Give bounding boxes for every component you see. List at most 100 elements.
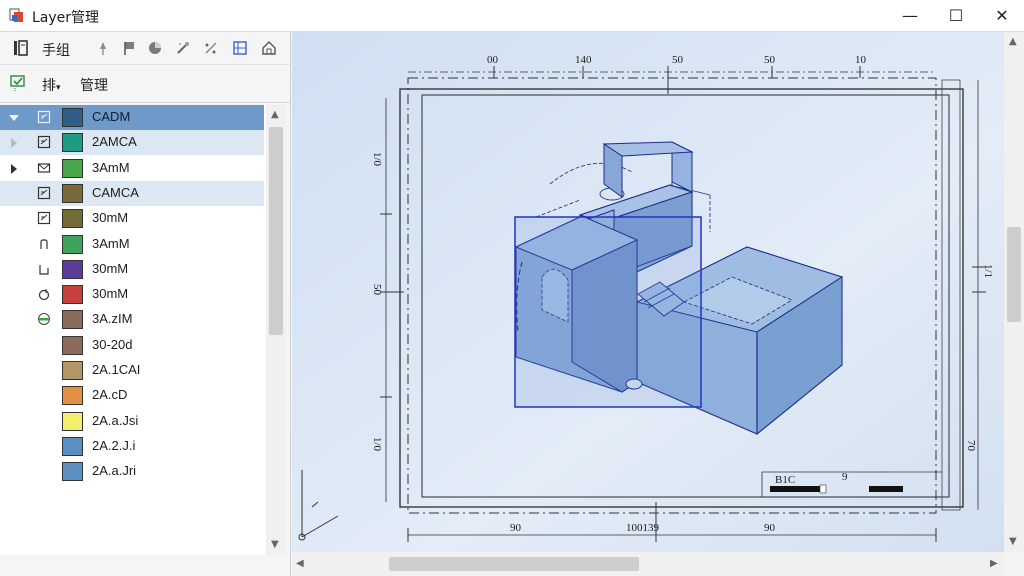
mail-icon[interactable]	[37, 161, 51, 175]
expand-right-icon[interactable]	[11, 163, 17, 174]
top-dim-3: 50	[672, 54, 684, 66]
layer-color-swatch[interactable]	[62, 234, 83, 254]
layer-name: 30mM	[92, 286, 129, 302]
layer-name: 2A.2.J.i	[92, 437, 136, 453]
layer-color-swatch[interactable]	[62, 462, 83, 482]
layer-row[interactable]: 3AmM	[0, 156, 264, 181]
title-block-label-a: B1C	[775, 474, 795, 486]
layer-icon[interactable]	[37, 186, 51, 200]
canvas-vertical-scrollbar[interactable]: ▲ ▼	[1004, 32, 1024, 552]
canvas-vscroll-thumb[interactable]	[1007, 227, 1021, 322]
layer-name: 30mM	[92, 210, 129, 226]
scatter-icon[interactable]	[202, 39, 220, 57]
canvas-scroll-left-icon[interactable]: ◀	[296, 558, 304, 569]
layer-color-swatch[interactable]	[62, 259, 83, 279]
layer-color-swatch[interactable]	[62, 361, 83, 380]
layer-row[interactable]: 30-20d	[0, 333, 264, 358]
layer-color-swatch[interactable]	[62, 335, 83, 355]
new-layer-icon[interactable]	[12, 39, 30, 57]
layer-color-swatch[interactable]	[62, 183, 83, 203]
drawing-canvas[interactable]: 00 140 50 50 10 1/0 50 1/0 1/1 70 90 100…	[292, 32, 1004, 552]
left-dim-2: 50	[371, 284, 383, 296]
layer-row[interactable]: 2A.a.Jsi	[0, 409, 264, 434]
sort-dropdown[interactable]: 排▾	[42, 75, 61, 95]
left-dim-1: 1/0	[371, 152, 383, 167]
app-icon	[9, 8, 23, 22]
scroll-thumb[interactable]	[269, 127, 283, 335]
cad-drawing[interactable]: 00 140 50 50 10 1/0 50 1/0 1/1 70 90 100…	[292, 32, 1004, 552]
home-icon[interactable]	[260, 39, 278, 57]
bracket-icon[interactable]	[37, 262, 51, 276]
layer-name: CAMCA	[92, 184, 139, 200]
layer-color-swatch[interactable]	[62, 108, 83, 127]
layer-row[interactable]: 2A.1CAI	[0, 358, 264, 383]
layer-name: 3A.zIM	[92, 311, 133, 327]
pie-icon[interactable]	[146, 39, 164, 57]
right-dim-1: 1/1	[982, 264, 994, 278]
canvas-scroll-up-icon[interactable]: ▲	[1009, 36, 1017, 47]
minimize-icon: —	[902, 6, 918, 25]
minimize-button[interactable]: —	[887, 0, 933, 31]
layer-color-swatch[interactable]	[62, 158, 83, 178]
layer-color-swatch[interactable]	[62, 133, 83, 153]
layer-icon[interactable]	[37, 110, 51, 124]
maximize-button[interactable]: ☐	[933, 0, 979, 31]
layer-row[interactable]: 2AMCA	[0, 130, 264, 156]
bottom-dim-2: 100139	[626, 522, 660, 534]
pointer-icon[interactable]	[37, 287, 51, 301]
flag-icon[interactable]	[120, 39, 138, 57]
toolbar-secondary: 排▾ 管理	[0, 64, 290, 103]
layer-color-swatch[interactable]	[62, 285, 83, 305]
layer-icon[interactable]	[37, 135, 51, 149]
wand-icon[interactable]	[174, 39, 192, 57]
layer-row[interactable]: 3A.zIM	[0, 307, 264, 332]
canvas-scroll-down-icon[interactable]: ▼	[1009, 536, 1017, 547]
layer-list: CADM 2AMCA 3AmM CAMCA 30mM 3AmM 30mM 30mM 3A.zIM…	[0, 105, 266, 555]
layer-row[interactable]: 30mM	[0, 206, 264, 231]
scroll-up-icon[interactable]: ▲	[271, 109, 279, 120]
manage-label[interactable]: 管理	[80, 75, 108, 95]
hand-icon[interactable]	[37, 237, 51, 251]
close-button[interactable]: ✕	[979, 0, 1024, 31]
layer-row[interactable]: CAMCA	[0, 180, 264, 206]
window-title: Layer管理	[32, 10, 100, 26]
selection-box[interactable]	[514, 216, 702, 408]
layer-row[interactable]: 2A.a.Jri	[0, 459, 264, 484]
title-block-label-b: 9	[842, 471, 848, 483]
canvas-scroll-right-icon[interactable]: ▶	[990, 558, 998, 569]
title-bar: Layer管理 — ☐ ✕	[0, 0, 1024, 32]
layer-list-scrollbar[interactable]: ▲ ▼	[266, 105, 286, 555]
circle-icon[interactable]	[37, 312, 51, 326]
canvas-hscroll-thumb[interactable]	[389, 557, 639, 571]
layer-state-icon[interactable]	[10, 74, 28, 92]
grid-icon[interactable]	[231, 39, 249, 57]
layer-color-swatch[interactable]	[62, 436, 83, 456]
scroll-down-icon[interactable]: ▼	[271, 539, 279, 550]
top-dim-1: 00	[487, 54, 499, 66]
toolbar-label-group[interactable]: 手组	[42, 40, 70, 60]
layer-color-swatch[interactable]	[62, 411, 83, 431]
layer-row[interactable]: 2A.cD	[0, 383, 264, 408]
layer-row[interactable]: 3AmM	[0, 232, 264, 257]
right-dim-2: 70	[965, 440, 977, 452]
layer-color-swatch[interactable]	[62, 310, 83, 330]
layer-name: 2A.cD	[92, 387, 128, 403]
expand-right-icon[interactable]	[11, 138, 17, 149]
layer-name: 2A.a.Jsi	[92, 412, 139, 428]
pin-icon[interactable]	[94, 39, 112, 57]
layer-color-swatch[interactable]	[62, 386, 83, 406]
layer-row[interactable]: 30mM	[0, 282, 264, 307]
bottom-dim-3: 90	[764, 522, 776, 534]
bottom-dim-1: 90	[510, 522, 522, 534]
layer-color-swatch[interactable]	[62, 209, 83, 229]
layer-name: 2A.1CAI	[92, 362, 141, 377]
layer-row[interactable]: 2A.2.J.i	[0, 434, 264, 459]
layer-icon[interactable]	[37, 211, 51, 225]
left-dim-3: 1/0	[371, 437, 383, 452]
layer-row[interactable]: CADM	[0, 105, 264, 130]
layer-name: 3AmM	[92, 235, 130, 251]
canvas-horizontal-scrollbar[interactable]: ◀ ▶	[292, 552, 1004, 576]
expand-down-icon[interactable]	[9, 115, 19, 121]
layer-row[interactable]: 30mM	[0, 257, 264, 282]
maximize-icon: ☐	[948, 6, 964, 25]
